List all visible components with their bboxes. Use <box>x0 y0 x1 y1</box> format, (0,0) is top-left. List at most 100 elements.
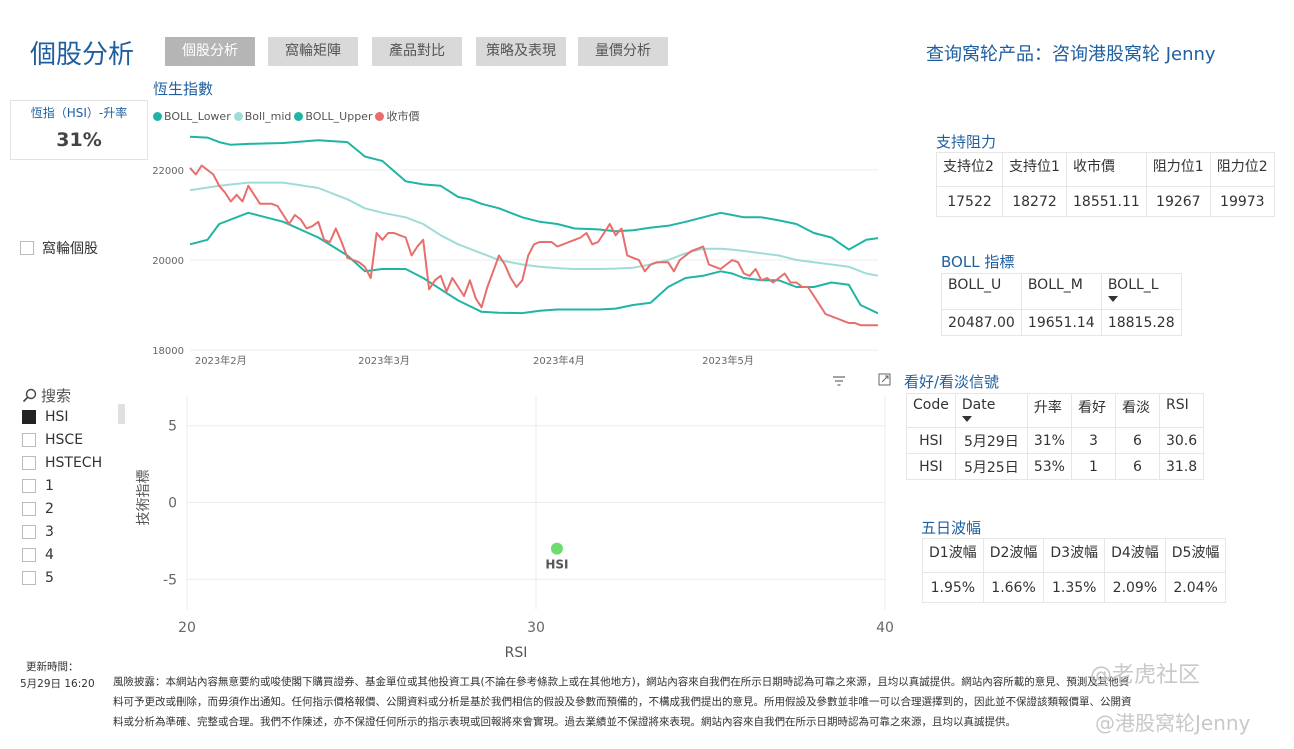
boll-column-header[interactable]: BOLL_L <box>1100 273 1182 310</box>
update-label: 更新時間： <box>26 661 79 673</box>
sort-descending-icon[interactable] <box>961 416 972 422</box>
slicer-item-2[interactable]: 2 <box>22 498 122 520</box>
sr-column-header[interactable]: 阻力位1 <box>1145 152 1211 187</box>
legend-boll-mid: Boll_mid <box>244 109 292 123</box>
table-cell: 18551.11 <box>1066 186 1147 217</box>
x-tick-label: 2023年3月 <box>358 354 410 367</box>
column-header-label: 看淡 <box>1121 400 1150 416</box>
vol-column-header[interactable]: D4波幅 <box>1104 538 1166 573</box>
table-cell: 19267 <box>1145 186 1211 217</box>
support-resistance-title: 支持阻力 <box>936 133 997 151</box>
vol-column-header[interactable]: D3波幅 <box>1043 538 1106 573</box>
vol-column-header[interactable]: D2波幅 <box>982 538 1045 573</box>
table-cell: 53% <box>1026 453 1072 480</box>
column-header-label: 看好 <box>1077 400 1106 416</box>
column-header-label: 阻力位1 <box>1152 159 1204 175</box>
page-title: 個股分析 <box>30 40 135 70</box>
slicer-item-label: 3 <box>45 524 54 540</box>
table-cell: 18815.28 <box>1100 309 1182 336</box>
vol-column-header[interactable]: D5波幅 <box>1164 538 1227 573</box>
table-row: HSI 5月25日 53% 1 6 31.8 <box>906 453 1205 480</box>
x-tick-label: 40 <box>876 620 894 636</box>
slicer-checkbox[interactable] <box>22 433 36 447</box>
hsi-rise-rate-card: 恆指（HSI）-升率 31% <box>10 100 148 160</box>
filter-icon[interactable] <box>832 371 846 390</box>
x-tick-label: 2023年5月 <box>702 354 754 367</box>
point-label: HSI <box>545 558 568 572</box>
slicer-item-hsce[interactable]: HSCE <box>22 429 122 451</box>
tab-stock-analysis[interactable]: 個股分析 <box>165 37 255 66</box>
slicer-item-label: HSI <box>45 409 69 425</box>
tab-warrant-matrix[interactable]: 窩輪矩陣 <box>268 37 358 66</box>
legend-close-price: 收市價 <box>386 110 420 123</box>
slicer-checkbox[interactable] <box>22 410 36 424</box>
legend-dot-boll-upper <box>294 111 304 121</box>
table-cell: HSI <box>906 427 956 454</box>
slicer-checkbox[interactable] <box>22 456 36 470</box>
signals-column-header[interactable]: Code <box>906 393 956 428</box>
query-warrant-link[interactable]: 查询窝轮产品：咨询港股窝轮 Jenny <box>926 40 1216 66</box>
search-input[interactable]: 搜索 <box>41 385 71 406</box>
slicer-search[interactable]: 搜索 <box>22 385 71 406</box>
rsi-scatter-chart: 5 0 -5 20 30 40 RSI 技術指標 HSI <box>136 395 894 661</box>
signals-title: 看好/看淡信號 <box>904 373 1000 391</box>
table-cell: 1.66% <box>982 572 1045 603</box>
slicer-item-5[interactable]: 5 <box>22 567 122 589</box>
tab-product-compare[interactable]: 產品對比 <box>372 37 462 66</box>
column-header-label: D5波幅 <box>1171 545 1220 561</box>
sort-descending-icon[interactable] <box>1107 296 1118 302</box>
slicer-item-hstech[interactable]: HSTECH <box>22 452 122 474</box>
vol-column-header[interactable]: D1波幅 <box>922 538 984 573</box>
signals-column-header[interactable]: RSI <box>1158 393 1205 428</box>
signals-column-header[interactable]: 升率 <box>1026 393 1072 428</box>
table-cell: 5月29日 <box>954 427 1028 454</box>
signals-column-header[interactable]: 看好 <box>1070 393 1116 428</box>
sr-column-header[interactable]: 支持位1 <box>1002 152 1067 187</box>
warrant-stock-toggle[interactable]: 窩輪個股 <box>20 238 98 258</box>
column-header-label: 升率 <box>1033 400 1062 416</box>
column-header-label: D4波幅 <box>1111 545 1159 561</box>
x-tick-label: 2023年4月 <box>533 354 585 367</box>
sr-column-header[interactable]: 支持位2 <box>936 152 1003 187</box>
tab-volume-price[interactable]: 量價分析 <box>578 37 668 66</box>
signals-column-header[interactable]: Date <box>954 393 1028 428</box>
warrant-stock-checkbox[interactable] <box>20 241 34 255</box>
boll-column-header[interactable]: BOLL_U <box>941 273 1022 310</box>
boll-column-header[interactable]: BOLL_M <box>1020 273 1102 310</box>
x-tick-label: 2023年2月 <box>195 354 247 367</box>
slicer-item-3[interactable]: 3 <box>22 521 122 543</box>
legend-dot-boll-lower <box>153 111 162 121</box>
slicer-checkbox[interactable] <box>22 571 36 585</box>
table-cell: 20487.00 <box>941 309 1022 336</box>
tab-strategy-performance[interactable]: 策略及表現 <box>476 37 566 66</box>
x-axis-label: RSI <box>505 645 528 661</box>
update-time: 5月29日 16:20 <box>20 678 95 690</box>
slicer-item-hsi[interactable]: HSI <box>22 406 122 428</box>
slicer-item-label: HSTECH <box>45 455 103 471</box>
table-cell: 6 <box>1114 427 1160 454</box>
slicer-checkbox[interactable] <box>22 502 36 516</box>
slicer-item-4[interactable]: 4 <box>22 544 122 566</box>
focus-mode-icon[interactable] <box>878 371 891 390</box>
table-cell: 19651.14 <box>1020 309 1102 336</box>
column-header-label: 阻力位2 <box>1216 159 1268 175</box>
series-line-boll-upper <box>189 135 879 251</box>
table-row: 1.95% 1.66% 1.35% 2.09% 2.04% <box>922 572 1227 603</box>
slicer-checkbox[interactable] <box>22 479 36 493</box>
column-header-label: D2波幅 <box>989 545 1038 561</box>
watermark-author: @港股窝轮Jenny <box>1095 711 1251 735</box>
slicer-item-label: 5 <box>45 570 54 586</box>
signals-column-header[interactable]: 看淡 <box>1114 393 1160 428</box>
y-tick-label: 20000 <box>152 256 184 267</box>
series-line-收市價 <box>189 164 878 327</box>
sr-column-header[interactable]: 阻力位2 <box>1209 152 1275 187</box>
slicer-checkbox[interactable] <box>22 548 36 562</box>
slicer-checkbox[interactable] <box>22 525 36 539</box>
hsi-chart-title: 恆生指數 <box>153 80 214 98</box>
slicer-item-label: HSCE <box>45 432 84 448</box>
table-row: 17522 18272 18551.11 19267 19973 <box>936 186 1275 217</box>
slicer-item-1[interactable]: 1 <box>22 475 122 497</box>
sr-column-header[interactable]: 收市價 <box>1066 152 1147 187</box>
scatter-point[interactable] <box>550 542 563 555</box>
column-header-label: BOLL_U <box>948 277 1002 293</box>
